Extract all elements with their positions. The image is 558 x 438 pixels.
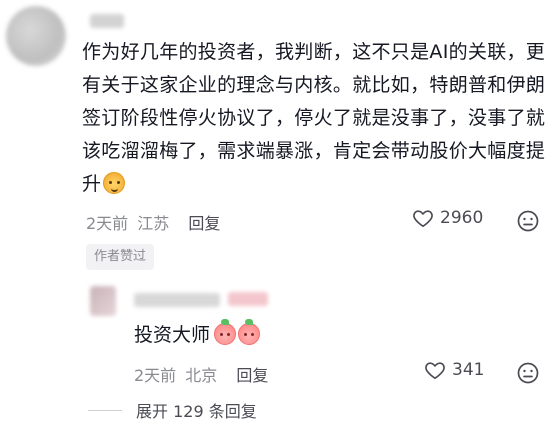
comment-text: 作为好几年的投资者，我判断，这不只是AI的关联，更有关于这家企业的理念与内核。就…: [82, 36, 552, 201]
reply-reply-button[interactable]: 回复: [236, 366, 268, 385]
peach-emoji-icon: [214, 319, 237, 345]
dislike-face-icon[interactable]: [516, 209, 540, 233]
heart-icon: [425, 362, 445, 379]
reply-avatar[interactable]: [90, 286, 116, 316]
heart-icon: [413, 210, 433, 227]
expand-replies-button[interactable]: 展开 129 条回复: [136, 398, 257, 422]
expand-divider: [88, 410, 122, 411]
comment-body: 作为好几年的投资者，我判断，这不只是AI的关联，更有关于这家企业的理念与内核。就…: [82, 41, 546, 195]
comment-location: 江苏: [137, 214, 170, 233]
reply-username-extra-blurred: [228, 292, 268, 306]
smiley-emoji-icon: [103, 172, 126, 194]
reply-like-button[interactable]: 341: [424, 360, 484, 380]
reply-location: 北京: [185, 366, 218, 385]
username-blurred[interactable]: [90, 14, 124, 28]
reply-body: 投资大师: [134, 324, 211, 346]
avatar[interactable]: [6, 6, 66, 66]
reply-dislike-face-icon[interactable]: [516, 361, 540, 385]
reply-text: 投资大师: [134, 318, 261, 352]
reply-like-count: 341: [452, 360, 485, 380]
reply-meta: 2天前 北京 回复: [134, 362, 268, 386]
peach-emoji-icon: [238, 319, 261, 345]
comment-meta: 2天前 江苏 回复: [86, 210, 220, 234]
reply-username-blurred[interactable]: [134, 293, 220, 307]
reply-time: 2天前: [134, 366, 177, 385]
comment-time: 2天前: [86, 214, 129, 233]
like-button[interactable]: 2960: [412, 208, 483, 228]
like-count: 2960: [440, 208, 484, 228]
author-liked-tag: 作者赞过: [86, 244, 155, 270]
reply-button[interactable]: 回复: [188, 214, 220, 233]
